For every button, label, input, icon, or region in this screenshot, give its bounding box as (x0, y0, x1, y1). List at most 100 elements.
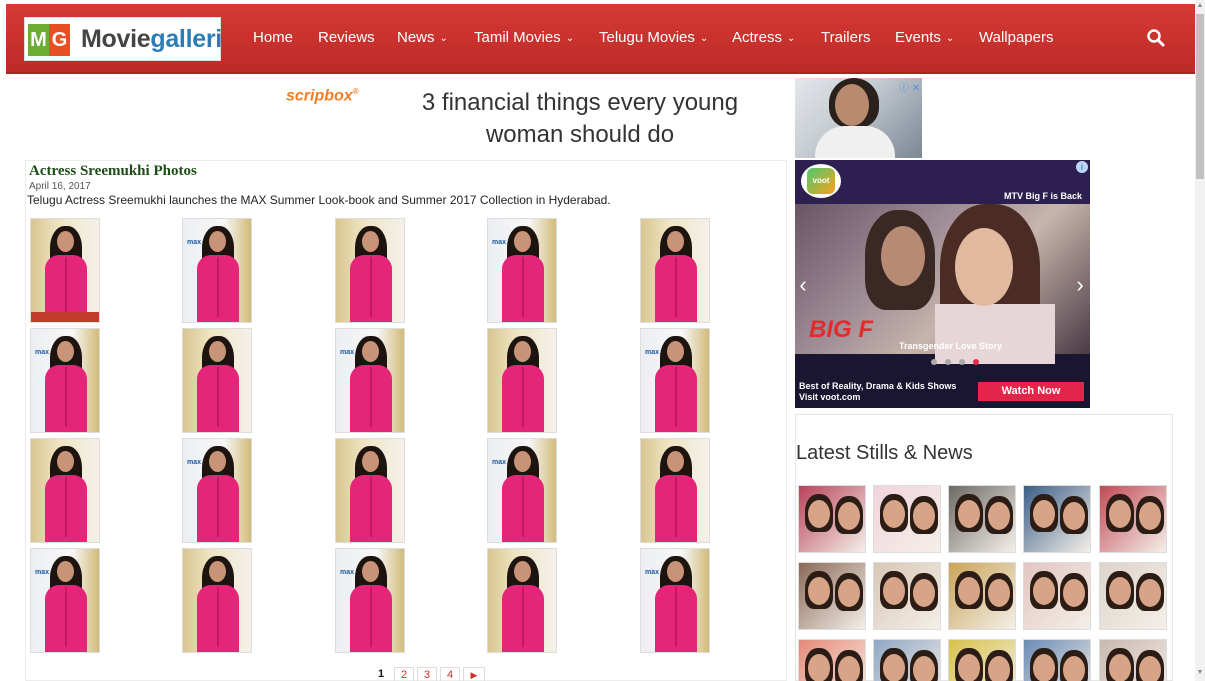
gallery-thumbnail[interactable] (335, 218, 405, 323)
carousel-dot[interactable] (973, 359, 979, 365)
gallery-thumbnail[interactable] (182, 548, 252, 653)
latest-still-thumbnail[interactable] (1099, 639, 1167, 681)
gallery-thumbnail[interactable]: max (487, 218, 557, 323)
gallery-thumbnail[interactable] (640, 218, 710, 323)
latest-still-thumbnail[interactable] (798, 485, 866, 553)
gallery-thumbnail[interactable]: max (335, 548, 405, 653)
latest-still-thumbnail[interactable] (948, 562, 1016, 630)
gallery-thumbnail[interactable]: max (182, 218, 252, 323)
latest-still-thumbnail[interactable] (873, 639, 941, 681)
gallery-thumbnail[interactable] (182, 328, 252, 433)
page-link[interactable]: 4 (440, 667, 460, 681)
latest-still-thumbnail[interactable] (873, 485, 941, 553)
gallery-thumbnail[interactable] (30, 438, 100, 543)
carousel-dot[interactable] (945, 359, 951, 365)
latest-still-thumbnail[interactable] (1023, 639, 1091, 681)
thumbnail-figure-dress-line (65, 477, 67, 537)
chevron-down-icon: ⌄ (945, 33, 955, 44)
latest-still-thumbnail[interactable] (1023, 562, 1091, 630)
still-person-face (958, 577, 980, 605)
nav-reviews[interactable]: Reviews (318, 29, 375, 46)
still-person-face (838, 656, 860, 681)
latest-still-thumbnail[interactable] (798, 562, 866, 630)
thumbnail-figure-dress-line (522, 477, 524, 537)
voot-ad[interactable]: voot MTV Big F is Back i BIG F ‹ › Trans… (795, 160, 1090, 408)
gallery-thumbnail[interactable] (335, 438, 405, 543)
latest-still-thumbnail[interactable] (1023, 485, 1091, 553)
still-person-face (1063, 502, 1085, 530)
gallery-thumbnail[interactable]: max (30, 328, 100, 433)
page-scrollbar[interactable]: ▲ ▼ (1195, 0, 1205, 681)
page-link[interactable]: 2 (394, 667, 414, 681)
thumbnail-figure-dress-line (675, 257, 677, 317)
nav-home[interactable]: Home (253, 29, 293, 46)
thumbnail-figure-face (667, 561, 684, 582)
thumbnail-figure-face (514, 561, 531, 582)
scrollbar-thumb[interactable] (1196, 14, 1204, 179)
gallery-thumbnail[interactable]: max (640, 548, 710, 653)
thumbnail-figure-face (667, 451, 684, 472)
thumbnail-figure-dress-line (370, 477, 372, 537)
gallery-thumbnail[interactable]: max (182, 438, 252, 543)
thumbnail-figure-dress-line (522, 257, 524, 317)
voot-ad-line1: Best of Reality, Drama & Kids Shows (799, 381, 957, 391)
hero-person-face (955, 228, 1013, 306)
logo-letter-m: M (28, 24, 49, 56)
thumbnail-figure-face (209, 341, 226, 362)
gallery-thumbnail[interactable] (487, 328, 557, 433)
latest-stills-title: Latest Stills & News (796, 442, 973, 464)
page-link[interactable]: 3 (417, 667, 437, 681)
gallery-thumbnail[interactable] (640, 438, 710, 543)
nav-tamil-movies[interactable]: Tamil Movies ⌄ (474, 29, 574, 46)
ad-brand-mark: ® (352, 87, 359, 96)
still-person-face (958, 654, 980, 681)
gallery-thumbnail[interactable]: max (30, 548, 100, 653)
watch-now-button[interactable]: Watch Now (978, 382, 1084, 401)
site-logo[interactable]: M G Moviegalleri (24, 17, 222, 61)
thumbnail-figure-face (209, 561, 226, 582)
info-icon[interactable]: i (1076, 161, 1088, 173)
gallery-thumbnail[interactable]: max (487, 438, 557, 543)
backdrop-logo: max (187, 239, 202, 246)
next-page-icon[interactable]: ▶ (463, 667, 485, 681)
carousel-dot[interactable] (959, 359, 965, 365)
still-person-face (808, 500, 830, 528)
gallery-thumbnail[interactable] (30, 218, 100, 323)
article-title[interactable]: Actress Sreemukhi Photos (29, 163, 197, 180)
nav-home-label: Home (253, 29, 294, 46)
gallery-thumbnail[interactable]: max (335, 328, 405, 433)
carousel-next-icon[interactable]: › (1072, 270, 1088, 300)
nav-actress[interactable]: Actress ⌄ (732, 29, 795, 46)
latest-still-thumbnail[interactable] (1099, 485, 1167, 553)
latest-still-thumbnail[interactable] (948, 485, 1016, 553)
nav-events-label: Events (895, 29, 941, 46)
hero-person-shirt (935, 304, 1055, 364)
thumbnail-figure-dress-line (522, 367, 524, 427)
show-logo: BIG F (809, 316, 873, 343)
carousel-prev-icon[interactable]: ‹ (795, 270, 811, 300)
nav-news[interactable]: News ⌄ (397, 29, 448, 46)
gallery-thumbnail[interactable]: max (640, 328, 710, 433)
latest-still-thumbnail[interactable] (798, 639, 866, 681)
chevron-down-icon: ⌄ (787, 33, 796, 44)
still-person-face (1063, 579, 1085, 607)
voot-ad-header: voot MTV Big F is Back i (795, 160, 1090, 204)
latest-still-thumbnail[interactable] (1099, 562, 1167, 630)
latest-still-thumbnail[interactable] (948, 639, 1016, 681)
thumbnail-figure-dress-line (65, 257, 67, 317)
search-icon[interactable] (1146, 28, 1166, 48)
thumbnail-figure-face (57, 341, 74, 362)
carousel-dot[interactable] (931, 359, 937, 365)
voot-logo-mark: voot (807, 168, 835, 194)
gallery-thumbnail[interactable] (487, 548, 557, 653)
scroll-down-icon[interactable]: ▼ (1195, 669, 1205, 679)
scroll-up-icon[interactable]: ▲ (1195, 2, 1205, 12)
nav-telugu-movies[interactable]: Telugu Movies ⌄ (599, 29, 708, 46)
nav-wallpapers[interactable]: Wallpapers (979, 29, 1053, 46)
ad-choices-icon[interactable]: ⓘ ✕ (899, 79, 920, 94)
nav-events[interactable]: Events ⌄ (895, 29, 954, 46)
thumbnail-figure-face (362, 341, 379, 362)
ad-photo-body (815, 126, 895, 158)
nav-trailers[interactable]: Trailers (821, 29, 870, 46)
latest-still-thumbnail[interactable] (873, 562, 941, 630)
